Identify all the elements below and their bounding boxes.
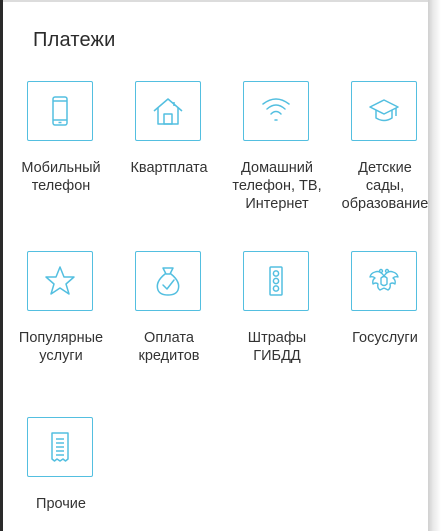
mobile-phone-icon xyxy=(52,96,68,126)
tile-label: Госуслуги xyxy=(352,330,418,346)
tile-label: Популярные услуги xyxy=(18,330,104,364)
tile-icon-frame xyxy=(135,251,201,311)
tile-label: Квартплата xyxy=(130,160,208,176)
tile-icon-frame xyxy=(27,251,93,311)
left-edge xyxy=(0,0,3,531)
traffic-light-icon xyxy=(269,266,283,296)
tile-icon-frame xyxy=(351,81,417,141)
wifi-icon xyxy=(262,98,290,121)
tile-label: Домашний телефон, ТВ, Интернет xyxy=(232,160,322,212)
tile-icon-frame xyxy=(243,251,309,311)
tile-icon-frame xyxy=(243,81,309,141)
money-bag-icon xyxy=(156,267,180,296)
tile-icon-frame xyxy=(27,417,93,477)
star-icon xyxy=(45,266,75,295)
right-shadow-edge xyxy=(428,0,441,531)
tile-icon-frame xyxy=(27,81,93,141)
top-edge xyxy=(0,0,441,2)
tile-label: Прочие xyxy=(36,496,86,512)
tile-label: Детские сады, образование xyxy=(341,160,429,212)
tile-icon-frame xyxy=(351,251,417,311)
page-title: Платежи xyxy=(33,29,116,51)
tile-label: Мобильный телефон xyxy=(21,160,101,194)
tile-icon-frame xyxy=(135,81,201,141)
payments-screen: Платежи Мобильный телефон Квартплата Дом… xyxy=(0,0,441,531)
tile-label: Штрафы ГИБДД xyxy=(247,330,307,364)
receipt-icon xyxy=(51,432,69,462)
house-icon xyxy=(153,98,183,125)
eagle-emblem-icon xyxy=(369,268,399,291)
tile-label: Оплата кредитов xyxy=(138,330,200,364)
graduation-cap-icon xyxy=(369,99,399,122)
